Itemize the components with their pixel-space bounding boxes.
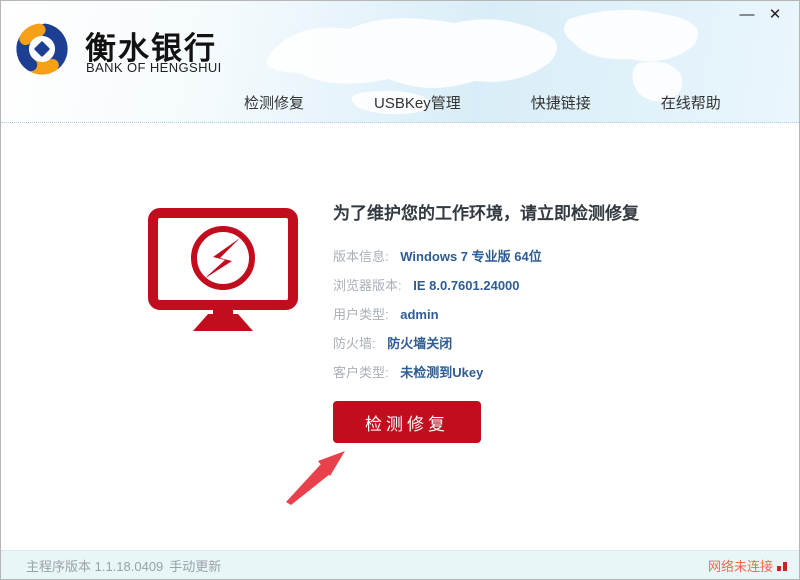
info-label: 浏览器版本: — [333, 278, 402, 293]
info-value: Windows 7 专业版 64位 — [400, 249, 541, 264]
info-label: 版本信息: — [333, 249, 389, 264]
info-value: admin — [400, 307, 438, 322]
nav-item-usbkey-management[interactable]: USBKey管理 — [374, 92, 461, 113]
info-value: 未检测到Ukey — [400, 365, 483, 380]
bank-logo-icon — [13, 20, 71, 78]
nav-item-quick-links[interactable]: 快捷链接 — [531, 92, 591, 113]
app-window: 衡水银行 BANK OF HENGSHUI — ✕ 检测修复 USBKey管理 … — [0, 0, 800, 580]
info-row-browser: 浏览器版本: IE 8.0.7601.24000 — [333, 271, 753, 300]
info-value: 防火墙关闭 — [387, 336, 452, 351]
info-row-firewall: 防火墙: 防火墙关闭 — [333, 329, 753, 358]
repair-panel: 为了维护您的工作环境，请立即检测修复 版本信息: Windows 7 专业版 6… — [333, 201, 753, 443]
status-bar: 主程序版本 1.1.18.0409 手动更新 网络未连接 — [1, 550, 799, 579]
bank-name-english: BANK OF HENGSHUI — [86, 60, 222, 75]
window-controls: — ✕ — [737, 5, 785, 25]
nav-item-online-help[interactable]: 在线帮助 — [661, 92, 721, 113]
info-row-client-type: 客户类型: 未检测到Ukey — [333, 358, 753, 387]
close-button[interactable]: ✕ — [765, 5, 785, 25]
manual-update-link[interactable]: 手动更新 — [169, 556, 221, 575]
version-text: 主程序版本 1.1.18.0409 — [26, 556, 163, 575]
detect-repair-button[interactable]: 检测修复 — [333, 401, 481, 443]
network-status-text: 网络未连接 — [708, 556, 773, 575]
info-row-user-type: 用户类型: admin — [333, 300, 753, 329]
info-value: IE 8.0.7601.24000 — [413, 278, 519, 293]
main-nav: 检测修复 USBKey管理 快捷链接 在线帮助 — [244, 92, 721, 113]
header: 衡水银行 BANK OF HENGSHUI — ✕ 检测修复 USBKey管理 … — [1, 1, 799, 123]
panel-title: 为了维护您的工作环境，请立即检测修复 — [333, 201, 753, 227]
network-status: 网络未连接 — [708, 556, 787, 575]
info-label: 用户类型: — [333, 307, 389, 322]
info-label: 防火墙: — [333, 336, 376, 351]
red-arrow-annotation-icon — [285, 449, 349, 507]
info-row-version: 版本信息: Windows 7 专业版 64位 — [333, 242, 753, 271]
nav-item-detect-repair[interactable]: 检测修复 — [244, 92, 304, 113]
info-label: 客户类型: — [333, 365, 389, 380]
network-signal-icon — [777, 560, 787, 571]
monitor-lightning-icon — [147, 207, 299, 331]
minimize-button[interactable]: — — [737, 5, 757, 25]
footer-version: 主程序版本 1.1.18.0409 手动更新 — [26, 556, 221, 575]
